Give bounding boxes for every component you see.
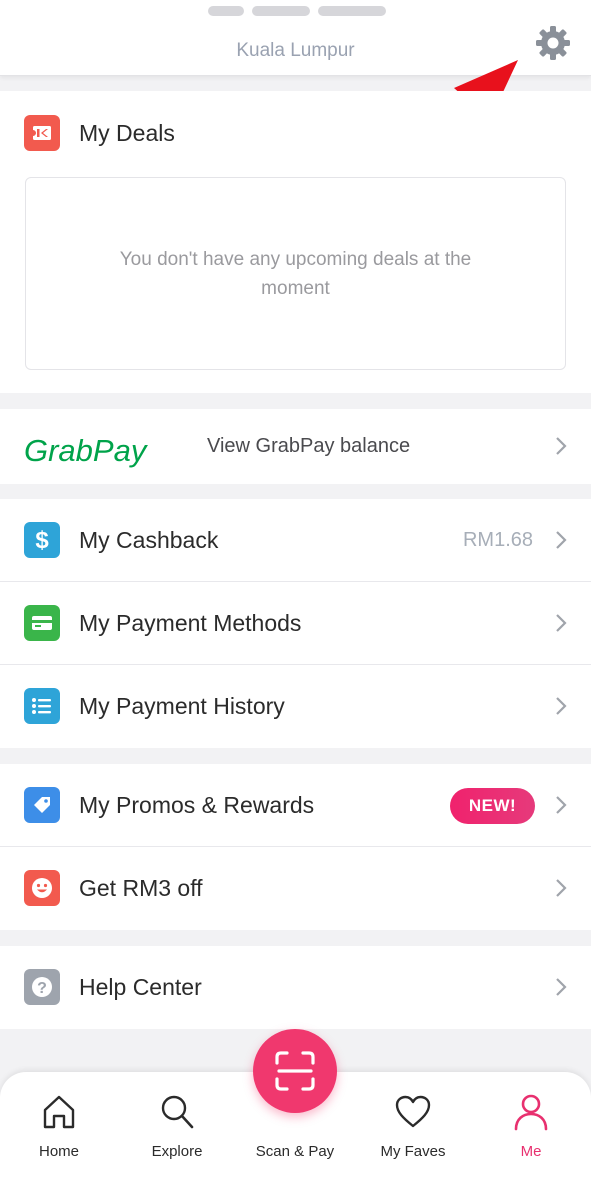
my-payment-history-label: My Payment History	[79, 693, 285, 719]
deals-empty-message: You don't have any upcoming deals at the…	[119, 248, 472, 299]
svg-text:GrabPay: GrabPay	[24, 433, 149, 468]
get-rm3-off-label: Get RM3 off	[79, 875, 203, 901]
nav-explore[interactable]: Explore	[118, 1072, 236, 1179]
my-payment-methods-label: My Payment Methods	[79, 610, 302, 636]
svg-text:$: $	[35, 527, 49, 553]
my-payment-history-row[interactable]: My Payment History	[0, 665, 591, 748]
help-center-row[interactable]: ? Help Center	[0, 946, 591, 1029]
person-icon	[514, 1094, 548, 1131]
profile-name-cropped	[208, 0, 386, 22]
new-badge: NEW!	[450, 788, 535, 824]
list-icon	[24, 688, 60, 724]
chevron-right-icon	[556, 879, 567, 897]
cashback-amount: RM1.68	[462, 529, 533, 551]
home-icon	[43, 1095, 75, 1129]
my-deals-title: My Deals	[79, 119, 175, 146]
nav-scan-pay-label: Scan & Pay	[255, 1143, 335, 1160]
my-cashback-label: My Cashback	[79, 527, 219, 553]
card-icon	[24, 605, 60, 641]
scan-icon	[275, 1051, 315, 1091]
deals-ticket-icon	[24, 115, 60, 151]
profile-header: Kuala Lumpur	[0, 0, 591, 76]
chevron-right-icon	[556, 437, 567, 455]
profile-city: Kuala Lumpur	[236, 40, 355, 61]
nav-my-faves-label: My Faves	[380, 1143, 446, 1160]
question-icon: ?	[24, 969, 60, 1005]
my-deals-section: My Deals You don't have any upcoming dea…	[0, 91, 591, 393]
nav-me-label: Me	[520, 1143, 542, 1160]
nav-my-faves[interactable]: My Faves	[354, 1072, 472, 1179]
my-payment-methods-row[interactable]: My Payment Methods	[0, 582, 591, 665]
nav-home-label: Home	[38, 1143, 79, 1160]
get-rm3-off-row[interactable]: Get RM3 off	[0, 847, 591, 930]
nav-home[interactable]: Home	[0, 1072, 118, 1179]
help-center-label: Help Center	[79, 974, 202, 1000]
chevron-right-icon	[556, 531, 567, 549]
heart-icon	[395, 1095, 431, 1128]
search-icon	[161, 1095, 194, 1129]
nav-me[interactable]: Me	[472, 1072, 590, 1179]
my-promos-rewards-row[interactable]: My Promos & Rewards NEW!	[0, 764, 591, 847]
grabpay-balance-row[interactable]: GrabPay View GrabPay balance	[0, 409, 591, 484]
grabpay-balance-label: View GrabPay balance	[207, 435, 411, 457]
svg-text:?: ?	[37, 980, 47, 997]
deals-empty-state: You don't have any upcoming deals at the…	[25, 177, 566, 370]
nav-explore-label: Explore	[151, 1143, 203, 1160]
tag-icon	[24, 787, 60, 823]
my-deals-header: My Deals	[24, 115, 175, 151]
grabpay-logo: GrabPay	[24, 433, 149, 468]
chevron-right-icon	[556, 697, 567, 715]
scan-pay-button[interactable]	[253, 1029, 337, 1113]
my-cashback-row[interactable]: $ My Cashback RM1.68	[0, 499, 591, 582]
chevron-right-icon	[556, 978, 567, 996]
my-promos-rewards-label: My Promos & Rewards	[79, 792, 315, 818]
dollar-icon: $	[24, 522, 60, 558]
chevron-right-icon	[556, 614, 567, 632]
chevron-right-icon	[556, 796, 567, 814]
smile-icon	[24, 870, 60, 906]
settings-gear-icon[interactable]	[532, 22, 574, 64]
